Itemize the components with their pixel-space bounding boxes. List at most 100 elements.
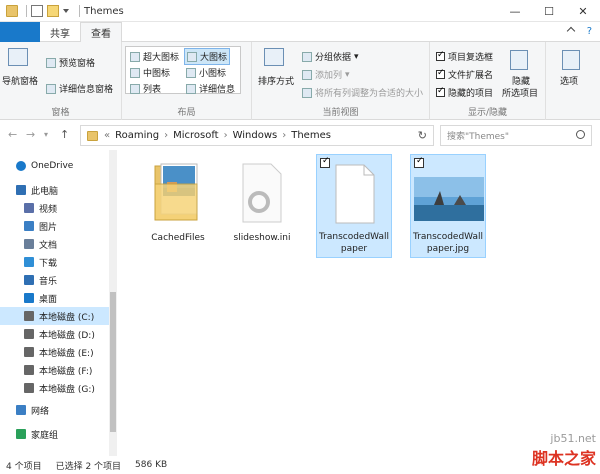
watermark: jb51.net 脚本之家	[532, 432, 596, 469]
layout-small-icons[interactable]: 小图标	[186, 66, 226, 79]
details-pane-button[interactable]: 详细信息窗格	[46, 82, 113, 95]
sidebar-item-label: 本地磁盘 (F:)	[39, 366, 93, 377]
nav-scrollbar-thumb[interactable]	[110, 292, 116, 432]
layout-large-icons[interactable]: 大图标	[184, 48, 231, 65]
downloads-icon	[24, 257, 34, 267]
sidebar-item-drive-e[interactable]: 本地磁盘 (E:)	[0, 343, 116, 361]
file-name: slideshow.ini	[233, 233, 291, 243]
sidebar-item-desktop[interactable]: 桌面	[0, 289, 116, 307]
desktop-icon	[24, 293, 34, 303]
item-checkbox[interactable]	[414, 156, 424, 168]
sidebar-item-this-pc[interactable]: 此电脑	[0, 181, 116, 199]
breadcrumb-themes[interactable]: Themes	[291, 130, 331, 141]
sidebar-item-downloads[interactable]: 下载	[0, 253, 116, 271]
sort-by-button[interactable]: 排序方式	[258, 74, 294, 87]
drive-g-icon	[24, 383, 34, 393]
sidebar-item-drive-c[interactable]: 本地磁盘 (C:)	[0, 307, 116, 325]
back-button[interactable]: ←	[8, 128, 17, 141]
file-extensions-checkbox[interactable]	[436, 68, 445, 79]
details-pane-icon	[46, 83, 56, 94]
window-title: Themes	[84, 5, 124, 17]
title-bar: Themes — ☐ ✕	[0, 0, 600, 22]
this-pc-icon	[16, 185, 26, 195]
ribbon-tabs: 文件 主页 共享 查看	[0, 22, 600, 126]
settings-file-icon	[242, 163, 282, 223]
details-icon	[186, 83, 196, 94]
preview-pane-button[interactable]: 预览窗格	[46, 56, 95, 69]
current-view-group-label: 当前视图	[322, 108, 359, 118]
drive-c-icon	[24, 311, 34, 321]
large-icons-icon	[187, 51, 197, 62]
layout-medium-icons[interactable]: 中图标	[130, 66, 170, 79]
watermark-site: jb51.net	[550, 432, 596, 445]
new-folder-icon[interactable]	[47, 5, 59, 17]
file-extensions-toggle[interactable]: 文件扩展名	[436, 68, 493, 81]
selected-count: 已选择 2 个项目	[55, 461, 122, 472]
sidebar-item-label: 下载	[39, 258, 58, 269]
layout-details[interactable]: 详细信息	[186, 82, 235, 95]
size-all-columns-button[interactable]: 将所有列调整为合适的大小	[302, 86, 423, 99]
size-columns-icon	[302, 87, 312, 98]
folder-icon	[154, 163, 198, 221]
videos-icon	[24, 203, 34, 213]
sidebar-item-videos[interactable]: 视频	[0, 199, 116, 217]
item-checkboxes-checkbox[interactable]	[436, 50, 445, 61]
sidebar-item-pictures[interactable]: 图片	[0, 217, 116, 235]
maximize-button[interactable]: ☐	[532, 0, 566, 22]
sidebar-item-drive-f[interactable]: 本地磁盘 (F:)	[0, 361, 116, 379]
breadcrumb-roaming[interactable]: Roaming	[115, 130, 159, 141]
sidebar-item-onedrive[interactable]: OneDrive	[0, 157, 116, 175]
sidebar-item-label: 文档	[39, 240, 58, 251]
file-item[interactable]: TranscodedWallpaper.jpg	[410, 154, 486, 258]
layout-extra-large-icons[interactable]: 超大图标	[130, 50, 179, 63]
group-by-icon	[302, 51, 312, 62]
options-group: 选项	[546, 42, 600, 120]
close-button[interactable]: ✕	[566, 0, 600, 22]
item-checkbox[interactable]	[320, 156, 330, 168]
breadcrumb-microsoft[interactable]: Microsoft	[173, 130, 219, 141]
breadcrumb-windows[interactable]: Windows	[233, 130, 278, 141]
sidebar-item-homegroup[interactable]: 家庭组	[0, 425, 116, 443]
sidebar-item-label: 桌面	[39, 294, 58, 305]
sidebar-item-drive-d[interactable]: 本地磁盘 (D:)	[0, 325, 116, 343]
hidden-items-checkbox[interactable]	[436, 86, 445, 97]
sidebar-item-documents[interactable]: 文档	[0, 235, 116, 253]
up-button[interactable]: ↑	[60, 128, 69, 141]
options-button[interactable]: 选项	[560, 74, 578, 87]
sidebar-item-music[interactable]: 音乐	[0, 271, 116, 289]
add-column-icon	[302, 69, 312, 80]
help-button[interactable]: ?	[587, 26, 592, 37]
search-icon	[576, 130, 585, 139]
hidden-items-toggle[interactable]: 隐藏的项目	[436, 86, 493, 99]
file-name: TranscodedWallpaper	[318, 232, 390, 254]
file-item[interactable]: CachedFiles	[140, 156, 216, 260]
file-item[interactable]: TranscodedWallpaper	[316, 154, 392, 258]
refresh-icon[interactable]: ↻	[418, 129, 427, 142]
sidebar-item-drive-g[interactable]: 本地磁盘 (G:)	[0, 379, 116, 397]
pictures-icon	[24, 221, 34, 231]
navigation-pane-icon	[8, 48, 28, 66]
recent-locations-icon[interactable]: ▾	[44, 130, 48, 139]
drive-f-icon	[24, 365, 34, 375]
medium-icons-icon	[130, 67, 140, 78]
forward-button[interactable]: →	[26, 128, 35, 141]
tab-view[interactable]: 查看	[80, 22, 122, 42]
layout-list[interactable]: 列表	[130, 82, 161, 95]
network-icon	[16, 405, 26, 415]
add-column-button[interactable]: 添加列 ▾	[302, 68, 350, 81]
sidebar-item-network[interactable]: 网络	[0, 401, 116, 419]
file-item[interactable]: slideshow.ini	[224, 156, 300, 260]
sidebar-item-label: 视频	[39, 204, 58, 215]
navigation-pane-button[interactable]: 导航窗格	[2, 74, 38, 87]
sidebar-item-label: 图片	[39, 222, 58, 233]
item-checkboxes-toggle[interactable]: 项目复选框	[436, 50, 493, 63]
customize-toolbar-icon[interactable]	[63, 9, 69, 13]
address-bar[interactable]: « Roaming › Microsoft › Windows › Themes…	[80, 125, 434, 146]
tab-share[interactable]: 共享	[40, 22, 80, 42]
properties-icon[interactable]	[31, 5, 43, 17]
search-input[interactable]: 搜索"Themes"	[440, 125, 592, 146]
navigation-bar: ← → ▾ ↑ « Roaming › Microsoft › Windows …	[0, 120, 600, 150]
minimize-button[interactable]: —	[498, 0, 532, 22]
group-by-button[interactable]: 分组依据 ▾	[302, 50, 359, 63]
hide-selected-button-line2[interactable]: 所选项目	[502, 86, 538, 99]
